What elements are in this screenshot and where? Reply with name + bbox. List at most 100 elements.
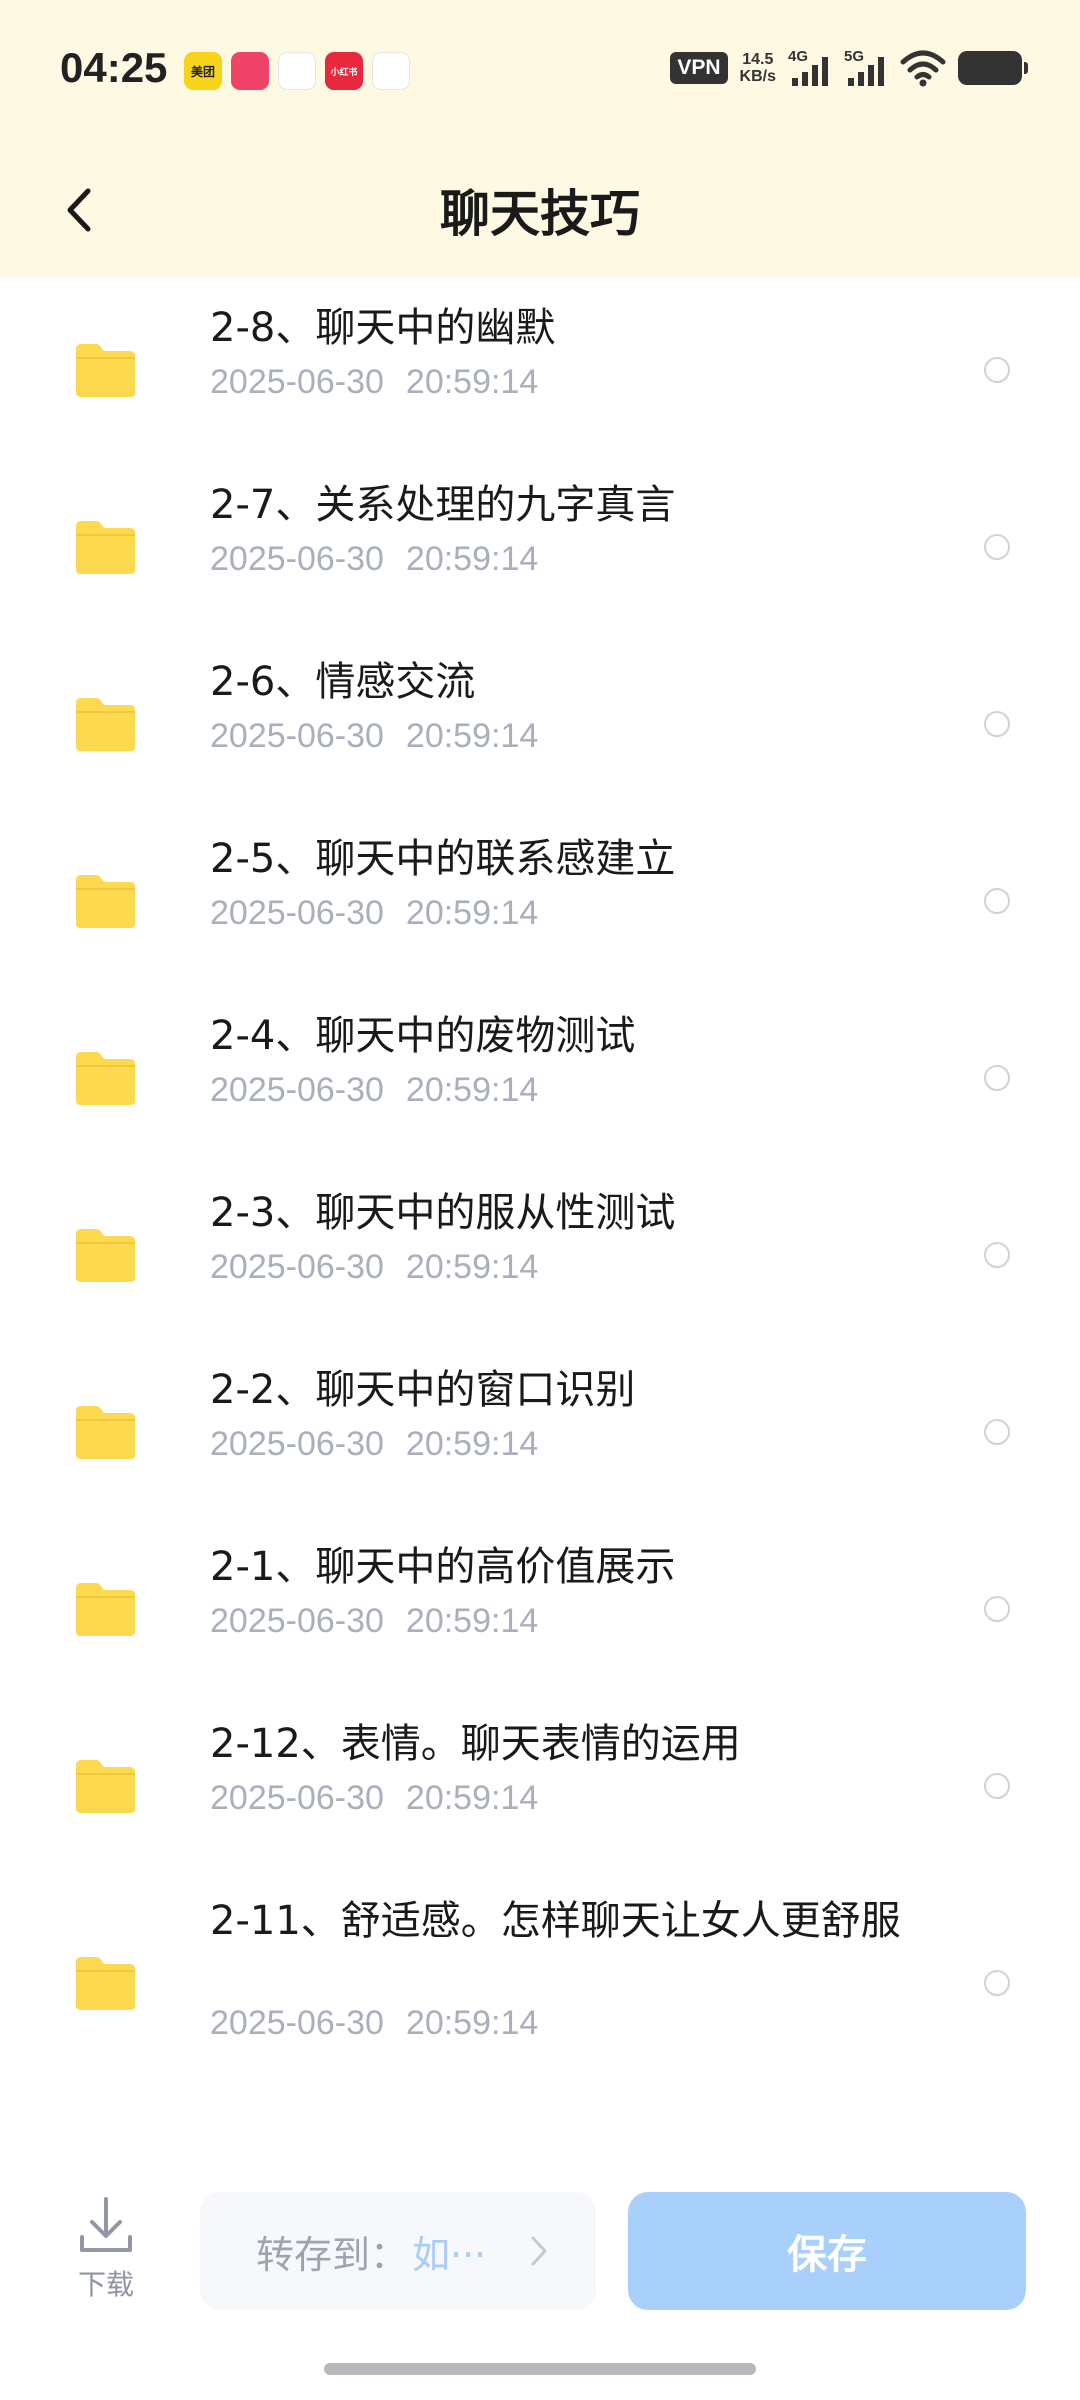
signal-4g-icon: 4G [788, 48, 832, 88]
file-time: 20:59:14 [405, 363, 539, 401]
download-button[interactable]: 下载 [60, 2195, 152, 2307]
folder-icon [76, 875, 135, 928]
chat-app-icon [231, 52, 269, 90]
file-date: 2025-06-30 [210, 717, 384, 755]
file-modified-datetime: 2025-06-30 20:59:14 [210, 1424, 538, 1464]
notification-app-icons: 美团 小红书 [184, 52, 410, 90]
vpn-icon: VPN [670, 52, 728, 84]
file-row[interactable]: 2-5、聊天中的联系感建立 2025-06-30 20:59:14 [0, 809, 1080, 986]
file-modified-datetime: 2025-06-30 20:59:14 [210, 362, 538, 402]
file-date: 2025-06-30 [210, 1602, 384, 1640]
file-row[interactable]: 2-3、聊天中的服从性测试 2025-06-30 20:59:14 [0, 1163, 1080, 1340]
file-time: 20:59:14 [405, 1071, 539, 1109]
file-name: 2-1、聊天中的高价值展示 [210, 1544, 676, 1590]
file-time: 20:59:14 [405, 1779, 539, 1817]
file-name: 2-3、聊天中的服从性测试 [210, 1190, 676, 1236]
save-to-label: 转存到： [256, 2232, 409, 2277]
file-time: 20:59:14 [405, 894, 539, 932]
file-modified-datetime: 2025-06-30 20:59:14 [210, 1247, 538, 1287]
save-button[interactable]: 保存 [628, 2192, 1026, 2310]
save-to-location-selector[interactable]: 转存到： 如··· [200, 2192, 596, 2310]
select-radio[interactable] [984, 534, 1010, 560]
file-row[interactable]: 2-6、情感交流 2025-06-30 20:59:14 [0, 632, 1080, 809]
home-indicator[interactable] [324, 2363, 756, 2375]
file-name: 2-7、关系处理的九字真言 [210, 482, 676, 528]
folder-icon [76, 1229, 135, 1282]
file-row[interactable]: 2-7、关系处理的九字真言 2025-06-30 20:59:14 [0, 455, 1080, 632]
meituan-icon: 美团 [184, 52, 222, 90]
file-time: 20:59:14 [405, 540, 539, 578]
chevron-right-icon [531, 2236, 547, 2266]
select-radio[interactable] [984, 1419, 1010, 1445]
triangle-app-icon [372, 52, 410, 90]
folder-icon [76, 1052, 135, 1105]
net-speed-value: 14.5 [742, 51, 774, 68]
file-date: 2025-06-30 [210, 1425, 384, 1463]
folder-icon [76, 698, 135, 751]
file-date: 2025-06-30 [210, 540, 384, 578]
wifi-icon [900, 50, 946, 87]
select-radio[interactable] [984, 1773, 1010, 1799]
file-row[interactable]: 2-11、舒适感。怎样聊天让女人更舒服 2025-06-30 20:59:14 [0, 1871, 1080, 2095]
file-name: 2-12、表情。聊天表情的运用 [210, 1721, 741, 1767]
folder-icon [76, 1957, 135, 2010]
select-radio[interactable] [984, 711, 1010, 737]
select-radio[interactable] [984, 888, 1010, 914]
select-radio[interactable] [984, 1596, 1010, 1622]
signal-5g-icon: 5G [844, 48, 888, 88]
select-radio[interactable] [984, 1970, 1010, 1996]
file-row[interactable]: 2-12、表情。聊天表情的运用 2025-06-30 20:59:14 [0, 1694, 1080, 1871]
file-name: 2-8、聊天中的幽默 [210, 305, 556, 351]
signal-5g-label: 5G [844, 48, 865, 65]
status-bar: 04:25 美团 小红书 VPN 14.5 KB/s 4G 5G [0, 0, 1080, 140]
file-date: 2025-06-30 [210, 2004, 384, 2042]
file-modified-datetime: 2025-06-30 20:59:14 [210, 893, 538, 933]
signal-4g-label: 4G [788, 48, 809, 65]
file-modified-datetime: 2025-06-30 20:59:14 [210, 1778, 538, 1818]
file-modified-datetime: 2025-06-30 20:59:14 [210, 2003, 538, 2043]
file-modified-datetime: 2025-06-30 20:59:14 [210, 539, 538, 579]
status-time: 04:25 [60, 44, 168, 91]
meituan-label: 美团 [190, 64, 215, 79]
file-date: 2025-06-30 [210, 894, 384, 932]
folder-icon [76, 521, 135, 574]
file-modified-datetime: 2025-06-30 20:59:14 [210, 716, 538, 756]
file-modified-datetime: 2025-06-30 20:59:14 [210, 1601, 538, 1641]
folder-icon [76, 1583, 135, 1636]
net-speed-unit: KB/s [739, 68, 776, 85]
file-name: 2-11、舒适感。怎样聊天让女人更舒服 [210, 1898, 901, 1944]
select-radio[interactable] [984, 357, 1010, 383]
file-list: 2-8、聊天中的幽默 2025-06-30 20:59:14 2-7、关系处理的九字真… [0, 278, 1080, 2095]
xiaohongshu-icon: 小红书 [325, 52, 363, 90]
download-label: 下载 [77, 2268, 134, 2301]
file-row[interactable]: 2-2、聊天中的窗口识别 2025-06-30 20:59:14 [0, 1340, 1080, 1517]
file-time: 20:59:14 [405, 2004, 539, 2042]
file-row[interactable]: 2-8、聊天中的幽默 2025-06-30 20:59:14 [0, 278, 1080, 455]
file-date: 2025-06-30 [210, 1071, 384, 1109]
file-time: 20:59:14 [405, 1425, 539, 1463]
file-name: 2-2、聊天中的窗口识别 [210, 1367, 636, 1413]
file-time: 20:59:14 [405, 717, 539, 755]
page-title: 聊天技巧 [440, 185, 640, 243]
xiaohongshu-label: 小红书 [330, 67, 358, 78]
network-app-icon [278, 52, 316, 90]
folder-icon [76, 1760, 135, 1813]
file-time: 20:59:14 [405, 1248, 539, 1286]
status-indicators: VPN 14.5 KB/s 4G 5G [670, 48, 1028, 88]
net-speed: 14.5 KB/s [740, 51, 776, 85]
file-date: 2025-06-30 [210, 1248, 384, 1286]
file-name: 2-6、情感交流 [210, 659, 476, 705]
folder-icon [76, 344, 135, 397]
file-date: 2025-06-30 [210, 363, 384, 401]
file-modified-datetime: 2025-06-30 20:59:14 [210, 1070, 538, 1110]
battery-icon [958, 51, 1028, 85]
file-row[interactable]: 2-1、聊天中的高价值展示 2025-06-30 20:59:14 [0, 1517, 1080, 1694]
download-icon [80, 2197, 132, 2252]
file-row[interactable]: 2-4、聊天中的废物测试 2025-06-30 20:59:14 [0, 986, 1080, 1163]
file-name: 2-4、聊天中的废物测试 [210, 1013, 636, 1059]
file-time: 20:59:14 [405, 1602, 539, 1640]
select-radio[interactable] [984, 1065, 1010, 1091]
save-to-folder-value: 如··· [412, 2232, 487, 2277]
select-radio[interactable] [984, 1242, 1010, 1268]
header: 聊天技巧 [0, 140, 1080, 278]
